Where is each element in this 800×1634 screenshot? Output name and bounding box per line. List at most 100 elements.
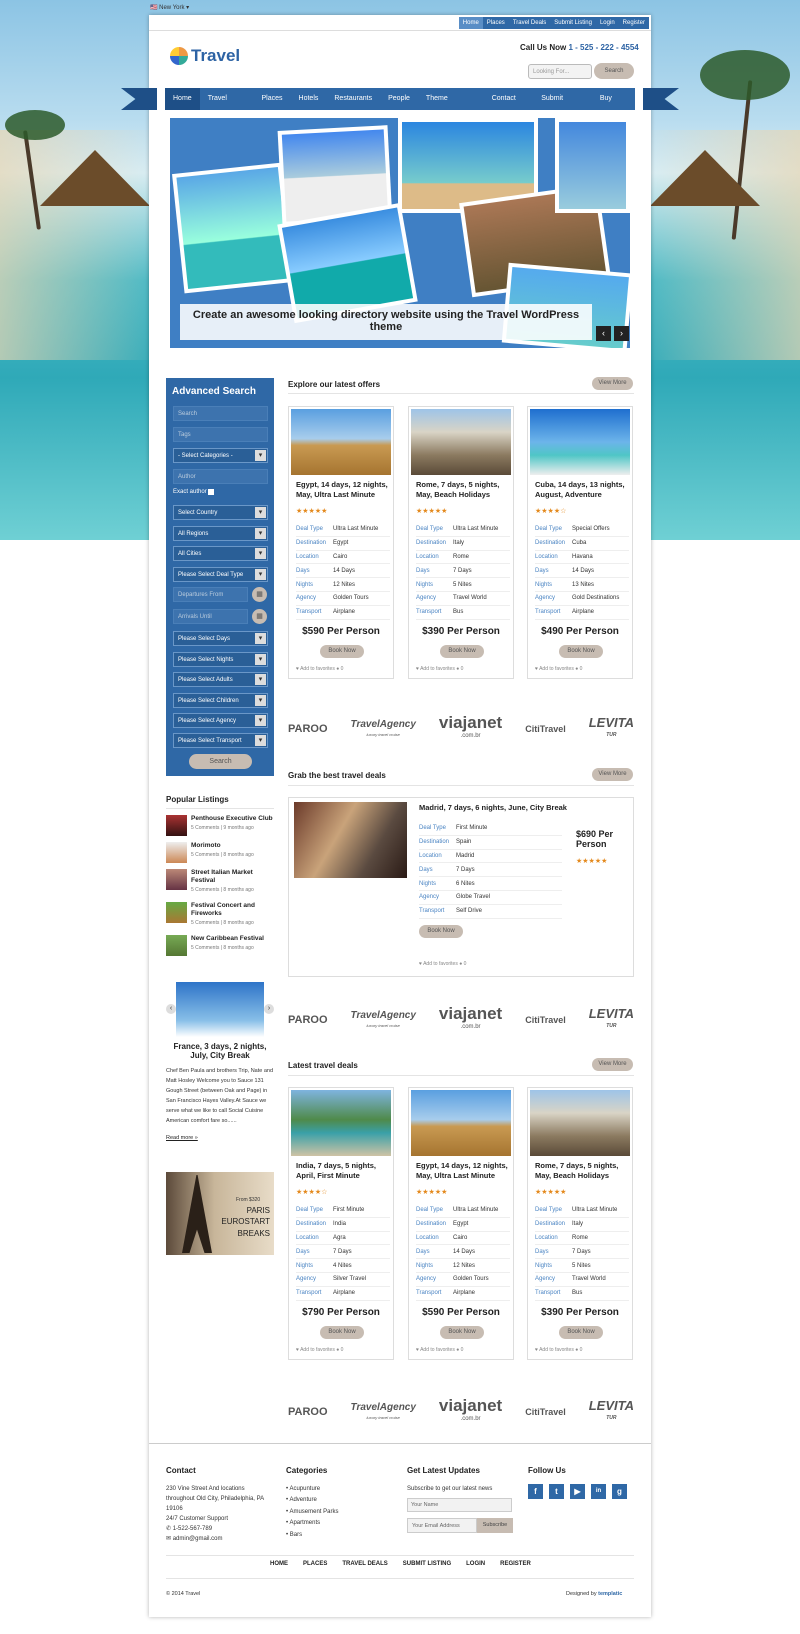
calendar-icon[interactable]: ▦: [252, 609, 267, 624]
list-item[interactable]: Morimoto 5 Comments | 8 months ago: [166, 842, 274, 867]
adv-author-input[interactable]: Author: [173, 469, 268, 484]
youtube-icon[interactable]: ▶: [570, 1484, 585, 1499]
footer-cat-item[interactable]: • Bars: [286, 1530, 302, 1540]
latest-view-more-button[interactable]: View More: [592, 1058, 633, 1071]
footer-email[interactable]: ✉ admin@gmail.com: [166, 1534, 222, 1544]
nav-home[interactable]: Home: [165, 88, 200, 110]
deal-image[interactable]: [411, 1090, 511, 1156]
toplink-login[interactable]: Login: [596, 17, 619, 29]
adv-arrivals-input[interactable]: Arrivals Until: [173, 609, 248, 624]
deal-image[interactable]: [411, 409, 511, 475]
featured-next-button[interactable]: ›: [264, 1004, 274, 1014]
add-to-favorites[interactable]: ♥ Add to favorites ● 0: [535, 1347, 582, 1353]
add-to-favorites[interactable]: ♥ Add to favorites ● 0: [296, 666, 343, 672]
slider-prev-button[interactable]: ‹: [596, 326, 611, 341]
facebook-icon[interactable]: f: [528, 1484, 543, 1499]
footer-link-places[interactable]: PLACES: [303, 1561, 327, 1567]
featured-image[interactable]: [176, 982, 264, 1037]
deal-title[interactable]: Cuba, 14 days, 13 nights, August, Advent…: [535, 480, 629, 500]
footer-cat-item[interactable]: • Apartments: [286, 1518, 320, 1528]
add-to-favorites[interactable]: ♥ Add to favorites ● 0: [296, 1347, 343, 1353]
footer-cat-item[interactable]: • Acupunture: [286, 1484, 320, 1494]
location-selector[interactable]: 🇺🇸 New York ▾: [150, 4, 189, 11]
add-to-favorites[interactable]: ♥ Add to favorites ● 0: [535, 666, 582, 672]
adv-children-select[interactable]: Please Select Children: [173, 693, 268, 708]
deal-title[interactable]: Egypt, 14 days, 12 nights, May, Ultra La…: [416, 1161, 510, 1181]
footer-cat-item[interactable]: • Adventure: [286, 1495, 317, 1505]
google-icon[interactable]: g: [612, 1484, 627, 1499]
toplink-places[interactable]: Places: [483, 17, 509, 29]
adv-categories-select[interactable]: - Select Categories -: [173, 448, 268, 463]
deal-title[interactable]: Rome, 7 days, 5 nights, May, Beach Holid…: [535, 1161, 629, 1181]
toplink-home[interactable]: Home: [458, 17, 483, 29]
best-view-more-button[interactable]: View More: [592, 768, 633, 781]
footer-cat-item[interactable]: • Amusement Parks: [286, 1507, 338, 1517]
add-to-favorites[interactable]: ♥ Add to favorites ● 0: [416, 666, 463, 672]
adv-agency-select[interactable]: Please Select Agency: [173, 713, 268, 728]
add-to-favorites[interactable]: ♥ Add to favorites ● 0: [416, 1347, 463, 1353]
adv-nights-select[interactable]: Please Select Nights: [173, 652, 268, 667]
calendar-icon[interactable]: ▦: [252, 587, 267, 602]
best-deal-title[interactable]: Madrid, 7 days, 6 nights, June, City Bre…: [419, 803, 567, 812]
book-now-button[interactable]: Book Now: [440, 1326, 484, 1339]
book-now-button[interactable]: Book Now: [320, 1326, 364, 1339]
deal-image[interactable]: [291, 1090, 391, 1156]
adv-tags-input[interactable]: Tags: [173, 427, 268, 442]
adv-days-select[interactable]: Please Select Days: [173, 631, 268, 646]
adv-regions-select[interactable]: All Regions: [173, 526, 268, 541]
list-item[interactable]: Street Italian Market Festival 5 Comments…: [166, 869, 274, 900]
footer-email-input[interactable]: Your Email Address: [407, 1518, 477, 1533]
nav-restaurants[interactable]: Restaurants: [326, 88, 380, 110]
toplink-register[interactable]: Register: [619, 17, 649, 29]
adv-search-button[interactable]: Search: [189, 754, 252, 769]
deal-image[interactable]: [530, 1090, 630, 1156]
adv-dealtype-select[interactable]: Please Select Deal Type: [173, 567, 268, 582]
toplink-submit-listing[interactable]: Submit Listing: [550, 17, 596, 29]
adv-cities-select[interactable]: All Cities: [173, 546, 268, 561]
slider-next-button[interactable]: ›: [614, 326, 629, 341]
list-item[interactable]: New Caribbean Festival 5 Comments | 8 mon…: [166, 935, 274, 960]
adv-search-input[interactable]: Search: [173, 406, 268, 421]
deal-image[interactable]: [530, 409, 630, 475]
site-logo[interactable]: Travel: [170, 46, 240, 66]
deal-title[interactable]: Egypt, 14 days, 12 nights, May, Ultra La…: [296, 480, 390, 500]
nav-theme-features[interactable]: Theme Features: [418, 88, 484, 124]
featured-title[interactable]: France, 3 days, 2 nights, July, City Bre…: [170, 1042, 270, 1060]
adv-transport-select[interactable]: Please Select Transport: [173, 733, 268, 748]
linkedin-icon[interactable]: in: [591, 1484, 606, 1499]
toplink-travel-deals[interactable]: Travel Deals: [509, 17, 550, 29]
footer-subscribe-button[interactable]: Subscribe: [477, 1518, 513, 1533]
book-now-button[interactable]: Book Now: [559, 645, 603, 658]
footer-link-register[interactable]: REGISTER: [500, 1561, 531, 1567]
footer-link-submit-listing[interactable]: SUBMIT LISTING: [403, 1561, 451, 1567]
footer-link-login[interactable]: LOGIN: [466, 1561, 485, 1567]
deal-image[interactable]: [291, 409, 391, 475]
deal-title[interactable]: Rome, 7 days, 5 nights, May, Beach Holid…: [416, 480, 510, 500]
best-deal-book-now-button[interactable]: Book Now: [419, 925, 463, 938]
featured-prev-button[interactable]: ‹: [166, 1004, 176, 1014]
book-now-button[interactable]: Book Now: [320, 645, 364, 658]
header-search-button[interactable]: Search: [594, 63, 634, 79]
nav-hotels[interactable]: Hotels: [291, 88, 327, 110]
adv-adults-select[interactable]: Please Select Adults: [173, 672, 268, 687]
featured-read-more-link[interactable]: Read more »: [166, 1135, 198, 1141]
book-now-button[interactable]: Book Now: [559, 1326, 603, 1339]
adv-departures-input[interactable]: Departures From: [173, 587, 248, 602]
adv-exact-author-checkbox[interactable]: [208, 489, 214, 495]
deal-title[interactable]: India, 7 days, 5 nights, April, First Mi…: [296, 1161, 390, 1181]
nav-travel-deals[interactable]: Travel Deals: [200, 88, 254, 124]
footer-link-home[interactable]: HOME: [270, 1561, 288, 1567]
nav-submit-listing[interactable]: Submit Listing: [533, 88, 592, 124]
twitter-icon[interactable]: t: [549, 1484, 564, 1499]
footer-name-input[interactable]: Your Name: [407, 1498, 512, 1512]
best-deal-favorites[interactable]: ♥ Add to favorites ● 0: [419, 961, 466, 967]
book-now-button[interactable]: Book Now: [440, 645, 484, 658]
nav-contact-us[interactable]: Contact Us: [484, 88, 534, 124]
offers-view-more-button[interactable]: View More: [592, 377, 633, 390]
templatic-logo[interactable]: templatic: [598, 1591, 622, 1597]
nav-people[interactable]: People: [380, 88, 418, 110]
nav-buy-now[interactable]: Buy Now: [592, 88, 635, 124]
nav-places[interactable]: Places: [254, 88, 291, 110]
list-item[interactable]: Festival Concert and Fireworks 5 Comments…: [166, 902, 274, 933]
header-search-input[interactable]: Looking For...: [528, 64, 592, 79]
